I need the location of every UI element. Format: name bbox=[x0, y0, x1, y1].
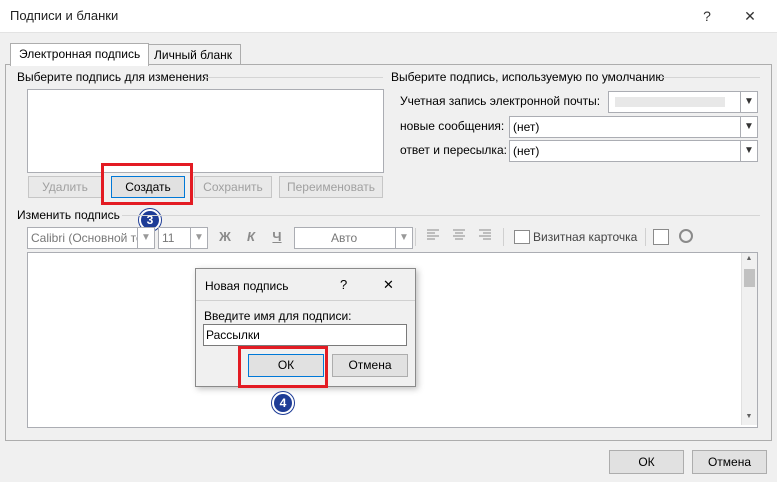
chevron-down-icon: ▼ bbox=[740, 92, 757, 112]
font-select[interactable]: Calibri (Основной те ▼ bbox=[27, 227, 155, 249]
signature-name-input[interactable]: Рассылки bbox=[203, 324, 407, 346]
account-label: Учетная запись электронной почты: bbox=[400, 94, 601, 108]
insert-picture-icon[interactable] bbox=[653, 229, 669, 245]
chevron-down-icon: ▼ bbox=[137, 228, 154, 248]
italic-button[interactable]: К bbox=[243, 229, 259, 244]
signature-name-value: Рассылки bbox=[206, 328, 260, 342]
scroll-up-icon[interactable]: ▲ bbox=[744, 255, 754, 262]
align-right-icon[interactable] bbox=[477, 227, 493, 244]
align-center-glyph bbox=[453, 229, 465, 240]
delete-button[interactable]: Удалить bbox=[28, 176, 102, 198]
account-value-blurred bbox=[615, 97, 725, 107]
edit-signature-label: Изменить подпись bbox=[17, 208, 120, 222]
font-value: Calibri (Основной те bbox=[31, 231, 143, 245]
align-center-icon[interactable] bbox=[451, 227, 467, 244]
account-select[interactable]: ▼ bbox=[608, 91, 758, 113]
new-messages-select[interactable]: (нет) ▼ bbox=[509, 116, 758, 138]
replies-select[interactable]: (нет) ▼ bbox=[509, 140, 758, 162]
tab-personal-stationery[interactable]: Личный бланк bbox=[146, 44, 242, 65]
window-title: Подписи и бланки bbox=[10, 8, 119, 23]
font-color-value: Авто bbox=[331, 231, 358, 245]
dialog-help-icon[interactable]: ? bbox=[340, 277, 347, 292]
chevron-down-icon: ▼ bbox=[740, 117, 757, 137]
hyperlink-icon[interactable] bbox=[679, 229, 693, 243]
save-button[interactable]: Сохранить bbox=[194, 176, 272, 198]
dialog-prompt: Введите имя для подписи: bbox=[204, 309, 352, 323]
divider bbox=[205, 77, 383, 78]
chevron-down-icon: ▼ bbox=[190, 228, 207, 248]
cancel-button[interactable]: Отмена bbox=[692, 450, 767, 474]
business-card-button[interactable]: Визитная карточка bbox=[533, 230, 637, 244]
size-value: 11 bbox=[162, 231, 175, 245]
dialog-title: Новая подпись bbox=[205, 279, 289, 293]
close-icon[interactable]: ✕ bbox=[738, 5, 762, 27]
dialog-close-icon[interactable]: ✕ bbox=[383, 277, 394, 293]
underline-button[interactable]: Ч bbox=[269, 229, 285, 244]
dialog-cancel-button[interactable]: Отмена bbox=[332, 354, 408, 377]
replies-value: (нет) bbox=[513, 144, 540, 158]
editor-scrollbar[interactable]: ▲ ▼ bbox=[741, 253, 757, 425]
align-left-glyph bbox=[427, 229, 439, 240]
scroll-thumb[interactable] bbox=[744, 269, 755, 287]
help-icon[interactable]: ? bbox=[695, 5, 719, 27]
highlight-create bbox=[101, 163, 193, 205]
align-right-glyph bbox=[479, 229, 491, 240]
font-color-select[interactable]: Авто ▼ bbox=[294, 227, 413, 249]
bold-button[interactable]: Ж bbox=[217, 229, 233, 244]
signature-list[interactable] bbox=[27, 89, 384, 173]
step-4-badge: 4 bbox=[272, 392, 294, 414]
replies-label: ответ и пересылка: bbox=[400, 143, 507, 157]
business-card-icon bbox=[514, 230, 530, 244]
toolbar-divider bbox=[503, 228, 504, 246]
divider bbox=[660, 77, 760, 78]
ok-button[interactable]: ОК bbox=[609, 450, 684, 474]
highlight-ok bbox=[238, 346, 328, 388]
select-signature-label: Выберите подпись для изменения bbox=[17, 70, 209, 84]
tab-e-signature[interactable]: Электронная подпись bbox=[10, 43, 150, 66]
chevron-down-icon: ▼ bbox=[740, 141, 757, 161]
default-signature-label: Выберите подпись, используемую по умолча… bbox=[391, 70, 665, 84]
chevron-down-icon: ▼ bbox=[395, 228, 412, 248]
new-messages-label: новые сообщения: bbox=[400, 119, 505, 133]
new-messages-value: (нет) bbox=[513, 120, 540, 134]
dialog-divider bbox=[196, 300, 415, 301]
title-bar: Подписи и бланки ? ✕ bbox=[0, 0, 777, 33]
scroll-down-icon[interactable]: ▼ bbox=[744, 413, 754, 420]
rename-button[interactable]: Переименовать bbox=[279, 176, 383, 198]
divider bbox=[122, 215, 760, 216]
size-select[interactable]: 11 ▼ bbox=[158, 227, 208, 249]
toolbar-divider bbox=[415, 228, 416, 246]
align-left-icon[interactable] bbox=[425, 227, 441, 244]
toolbar-divider bbox=[645, 228, 646, 246]
